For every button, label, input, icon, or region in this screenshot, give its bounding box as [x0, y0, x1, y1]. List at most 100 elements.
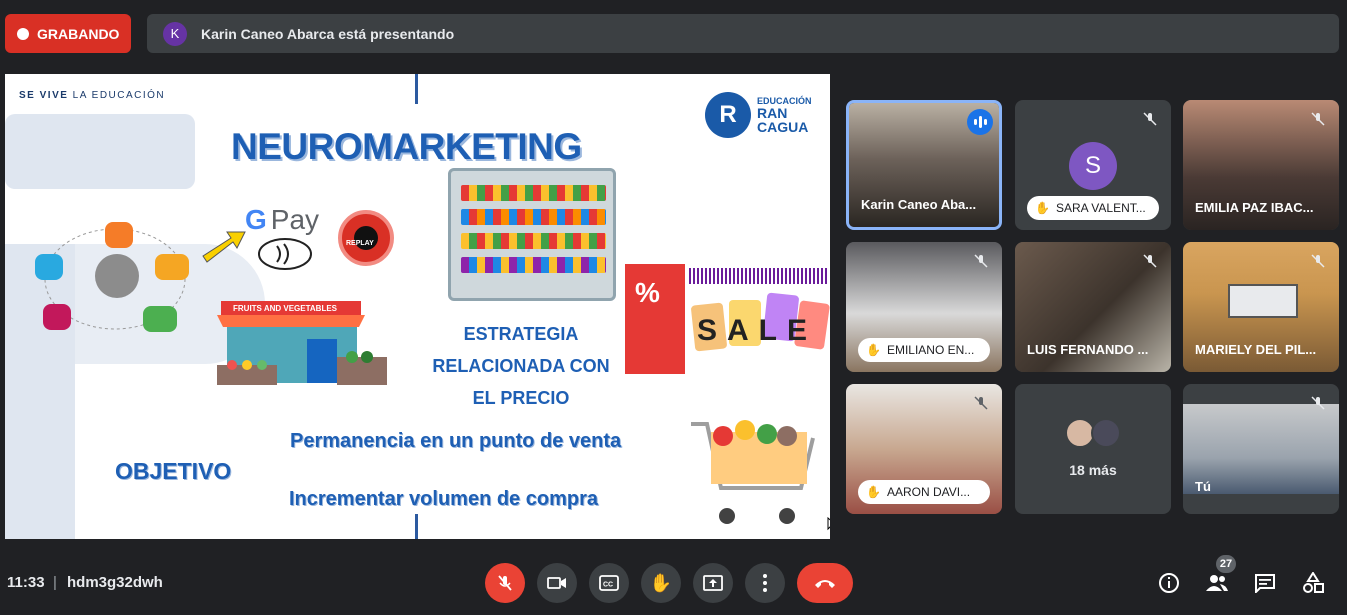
fridge-shelf [461, 209, 606, 225]
mic-off-icon [970, 392, 992, 414]
logo-mark: R [705, 92, 751, 138]
raise-hand-button[interactable]: ✋ [641, 563, 681, 603]
presenter-text: Karin Caneo Abarca está presentando [201, 25, 455, 42]
record-dot-icon [17, 27, 29, 40]
participant-tile[interactable]: EMILIA PAZ IBAC... [1183, 100, 1339, 230]
google-pay-logo: G Pay [245, 204, 320, 235]
present-now-button[interactable] [693, 563, 733, 603]
mic-off-icon [1307, 392, 1329, 414]
svg-text:SALE: SALE [697, 314, 817, 347]
chat-button[interactable] [1252, 570, 1278, 596]
separator: | [53, 574, 57, 591]
mic-toggle-button[interactable] [485, 563, 525, 603]
presenter-avatar: K [163, 21, 187, 46]
participant-avatars [1065, 418, 1121, 448]
rancagua-logo: R EDUCACIÓN RAN CAGUA [705, 92, 812, 138]
shopping-cart-illustration [691, 420, 815, 524]
fridge-shelf [461, 233, 606, 249]
avatar [1091, 418, 1121, 448]
recording-indicator[interactable]: GRABANDO [5, 14, 131, 53]
more-icon [763, 574, 767, 592]
mic-off-icon [970, 250, 992, 272]
fruit-store-illustration: FRUITS AND VEGETABLES [217, 301, 387, 385]
slide-bg-shape [5, 114, 195, 189]
slide-title: NEUROMARKETING [231, 126, 582, 167]
raise-hand-icon: ✋ [866, 343, 881, 357]
more-participants-label: 18 más [1069, 462, 1117, 478]
clock: 11:33 [7, 574, 45, 591]
activities-icon [1303, 572, 1324, 593]
speaking-icon [967, 109, 993, 135]
participant-tile[interactable]: Karin Caneo Aba... [846, 100, 1002, 230]
svg-text:CC: CC [603, 582, 613, 589]
slide-divider [415, 514, 418, 539]
mouse-cursor-icon [827, 517, 830, 531]
senses-illustration [35, 222, 189, 332]
arrow-icon [202, 231, 246, 263]
raised-hand-pill: ✋ EMILIANO EN... [858, 338, 990, 362]
leave-call-button[interactable] [797, 563, 853, 603]
info-icon [1159, 573, 1179, 593]
hangup-icon [815, 580, 835, 588]
objective-item-1: Permanencia en un punto de venta [290, 430, 622, 452]
participant-tile[interactable]: MARIELY DEL PIL... [1183, 242, 1339, 372]
present-icon [703, 575, 723, 591]
objective-heading: OBJETIVO [115, 458, 232, 484]
mic-off-icon [1307, 108, 1329, 130]
participant-tile[interactable]: S ✋ SARA VALENT... [1015, 100, 1171, 230]
activities-button[interactable] [1300, 570, 1326, 596]
projector-screen [1228, 284, 1298, 318]
presenter-banner: K Karin Caneo Abarca está presentando [147, 14, 1339, 53]
presentation-slide: SE VIVE LA EDUCACIÓN R EDUCACIÓN RAN CAG… [5, 74, 830, 539]
people-count-badge: 27 [1216, 555, 1236, 573]
objective-item-2: Incrementar volumen de compra [289, 488, 598, 510]
more-options-button[interactable] [745, 563, 785, 603]
people-icon [1206, 575, 1228, 591]
captions-icon: CC [599, 575, 619, 591]
logo-line1: RAN [757, 104, 788, 121]
participant-name: LUIS FERNANDO ... [1027, 342, 1149, 357]
participant-name: MARIELY DEL PIL... [1195, 342, 1317, 357]
participant-name: Karin Caneo Aba... [861, 197, 977, 212]
raise-hand-icon: ✋ [1035, 201, 1050, 215]
participant-name: Tú [1195, 479, 1211, 494]
participant-tile[interactable]: LUIS FERNANDO ... [1015, 242, 1171, 372]
contactless-hand-icon [258, 238, 312, 270]
mic-off-icon [1139, 108, 1161, 130]
participant-name: SARA VALENT... [1055, 201, 1146, 215]
mic-off-icon [498, 575, 512, 591]
supermarket-fridge-illustration [448, 168, 616, 301]
participant-name: EMILIA PAZ IBAC... [1195, 200, 1314, 215]
recording-label: GRABANDO [37, 25, 120, 42]
svg-text:%: % [635, 277, 660, 308]
more-participants-tile[interactable]: 18 más [1015, 384, 1171, 514]
logo-line2: CAGUA [757, 118, 809, 135]
camera-toggle-button[interactable] [537, 563, 577, 603]
meeting-details-button[interactable] [1156, 570, 1182, 596]
people-button[interactable] [1204, 570, 1230, 596]
self-tile[interactable]: Tú [1183, 384, 1339, 514]
raise-hand-icon: ✋ [866, 485, 881, 499]
chat-icon [1255, 574, 1275, 593]
raise-hand-icon: ✋ [649, 572, 673, 593]
sale-tags-illustration: % SALE [625, 264, 830, 374]
mic-off-icon [1139, 250, 1161, 272]
slide-tagline: SE VIVE LA EDUCACIÓN [19, 90, 166, 101]
replay-button-graphic: REPLAY [338, 210, 394, 266]
participant-name: AARON DAVI... [886, 485, 971, 499]
raised-hand-pill: ✋ AARON DAVI... [858, 480, 990, 504]
fridge-shelf [461, 185, 606, 201]
store-sign: FRUITS AND VEGETABLES [233, 304, 338, 313]
strategy-text: ESTRATEGIA RELACIONADA CON EL PRECIO [432, 324, 610, 408]
participant-tile[interactable]: ✋ EMILIANO EN... [846, 242, 1002, 372]
camera-icon [547, 577, 566, 589]
participant-avatar: S [1069, 142, 1117, 190]
slide-divider [415, 74, 418, 104]
meeting-code: hdm3g32dwh [67, 574, 163, 591]
captions-button[interactable]: CC [589, 563, 629, 603]
participant-name: EMILIANO EN... [886, 343, 975, 357]
mic-off-icon [1307, 250, 1329, 272]
participant-tile[interactable]: ✋ AARON DAVI... [846, 384, 1002, 514]
meet-window: GRABANDO K Karin Caneo Abarca está prese… [0, 0, 1347, 615]
fridge-shelf [461, 257, 606, 273]
